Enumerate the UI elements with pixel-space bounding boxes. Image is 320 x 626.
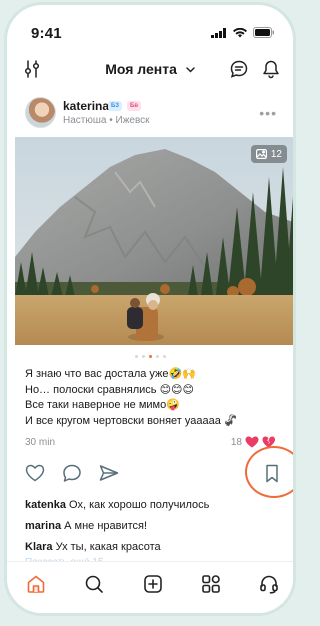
comment-item: marina А мне нравится!: [25, 516, 209, 537]
bell-icon: [263, 60, 279, 79]
status-icons: [211, 27, 275, 38]
comment-text: А мне нравится!: [61, 520, 148, 532]
headset-icon: [260, 575, 278, 594]
like-button[interactable]: [25, 464, 45, 487]
heart-icon: [25, 464, 45, 482]
carousel-dot[interactable]: [162, 355, 166, 358]
post-username[interactable]: katerina: [63, 99, 109, 113]
carousel-dot[interactable]: [134, 355, 138, 358]
battery-icon: [253, 27, 274, 38]
notifications-button[interactable]: [261, 59, 281, 84]
caption-line: Все таки наверное не мимо🤪: [25, 399, 180, 411]
status-badge: БЗ: [108, 101, 122, 111]
feed-selector[interactable]: Моя лента: [7, 61, 293, 77]
bookmark-highlight-ring: [245, 446, 293, 498]
carousel-dot[interactable]: [148, 355, 152, 358]
messages-button[interactable]: [229, 59, 249, 84]
post-subtitle: Настюша • Ижевск: [63, 115, 150, 126]
post-photo[interactable]: 12: [15, 137, 293, 345]
signal-icon: [211, 27, 226, 38]
gallery-icon: [255, 149, 267, 159]
chevron-down-icon: [186, 67, 195, 73]
top-bar: Моя лента: [7, 53, 293, 89]
status-time: 9:41: [31, 25, 62, 42]
likes-count: 18: [230, 436, 242, 448]
comment-button[interactable]: [62, 464, 82, 488]
post-header: katerina БЗ Бв Настюша • Ижевск •••: [7, 93, 293, 137]
tab-add[interactable]: [143, 574, 163, 599]
send-icon: [99, 465, 119, 481]
add-icon: [144, 575, 162, 593]
caption-line: Но… полоски сравнялись 😊😊😊: [25, 383, 194, 396]
message-icon: [230, 60, 248, 78]
heart-filled-icon: [245, 436, 259, 448]
caption-line: Я знаю что вас достала уже🤣🙌: [25, 368, 196, 380]
post-caption: Я знаю что вас достала уже🤣🙌 Но… полоски …: [25, 367, 287, 429]
comment-username[interactable]: Klara: [25, 541, 53, 553]
post-time: 30 min: [25, 437, 56, 448]
wifi-icon: [233, 27, 247, 37]
share-button[interactable]: [99, 464, 119, 488]
more-options-icon[interactable]: •••: [259, 105, 277, 121]
tab-search[interactable]: [84, 574, 104, 599]
carousel-dot[interactable]: [141, 355, 145, 358]
tab-support[interactable]: [259, 574, 279, 599]
comment-text: Ох, как хорошо получилось: [65, 499, 210, 511]
comment-text: Ух ты, какая красота: [52, 541, 161, 553]
search-icon: [85, 575, 103, 593]
tab-apps[interactable]: [201, 574, 221, 599]
status-badge: Бв: [127, 101, 142, 111]
comment-username[interactable]: katenka: [25, 499, 66, 511]
phone-screen: 9:41 Моя лента katerina БЗ Бв Настюша • …: [4, 2, 296, 616]
comment-item: katenka Ох, как хорошо получилось: [25, 495, 209, 516]
carousel-dots: [7, 355, 293, 358]
bottom-tab-bar: [7, 561, 293, 613]
photo-image: [15, 137, 293, 345]
comment-icon: [63, 464, 81, 482]
status-bar: 9:41: [7, 5, 293, 45]
photo-count: 12: [270, 148, 282, 160]
avatar[interactable]: [25, 97, 56, 128]
photo-count-badge: 12: [250, 145, 287, 163]
grid-icon: [202, 575, 220, 593]
page-title: Моя лента: [105, 61, 177, 77]
comment-item: Klara Ух ты, какая красота: [25, 537, 209, 558]
tab-home[interactable]: [26, 574, 46, 599]
home-icon: [27, 575, 45, 593]
comment-username[interactable]: marina: [25, 520, 61, 532]
comments-list: katenka Ох, как хорошо получилось marina …: [25, 495, 209, 558]
carousel-dot[interactable]: [155, 355, 159, 358]
caption-line: И все кругом чертовски воняет уааааа 🦨: [25, 414, 238, 427]
